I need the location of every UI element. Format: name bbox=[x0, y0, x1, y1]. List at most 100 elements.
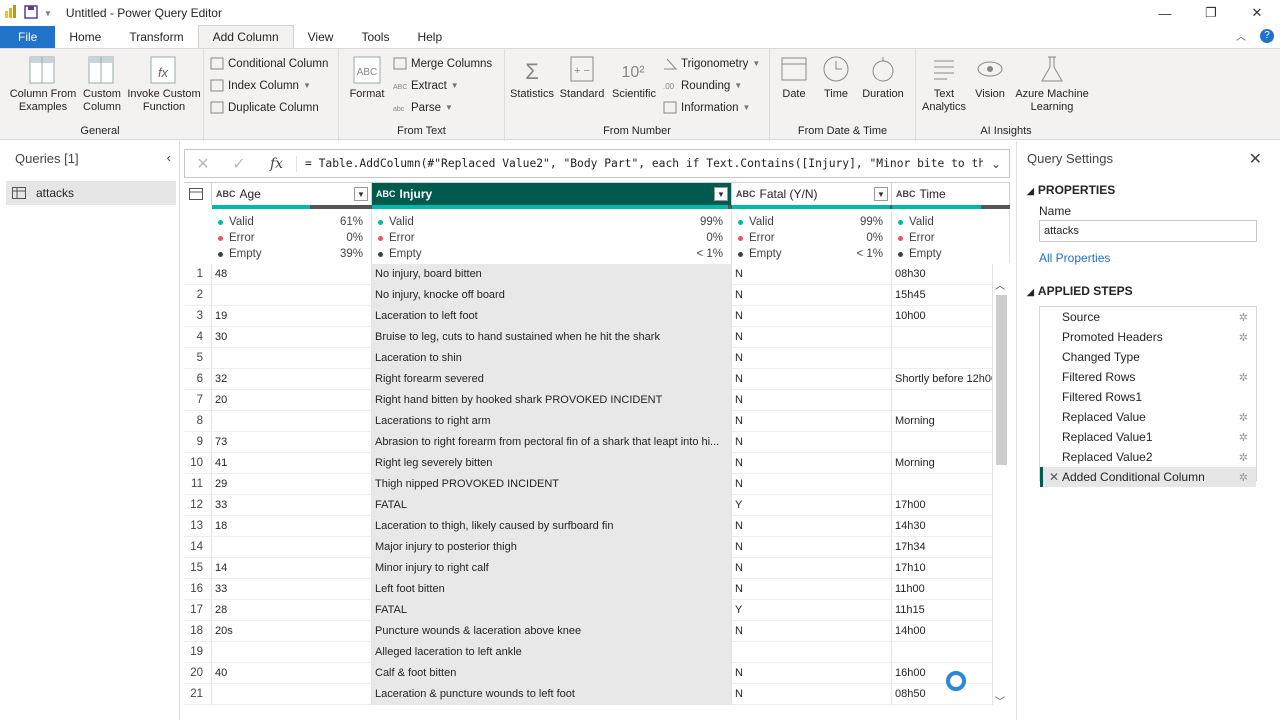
table-row[interactable]: 1 48 No injury, board bitten N 08h30 bbox=[184, 264, 993, 285]
vision-button[interactable]: Vision bbox=[970, 53, 1010, 101]
row-index[interactable]: 11 bbox=[184, 474, 212, 495]
cell-fatal[interactable]: N bbox=[732, 348, 892, 369]
index-column-button[interactable]: Index Column ▼ bbox=[210, 79, 311, 92]
row-index[interactable]: 13 bbox=[184, 516, 212, 537]
minimize-icon[interactable]: — bbox=[1142, 0, 1188, 26]
gear-icon[interactable]: ✲ bbox=[1239, 411, 1248, 424]
table-row[interactable]: 21 Laceration & puncture wounds to left f… bbox=[184, 684, 993, 705]
table-row[interactable]: 20 40 Calf & foot bitten N 16h00 bbox=[184, 663, 993, 684]
cell-injury[interactable]: Laceration & puncture wounds to left foo… bbox=[372, 684, 732, 705]
cell-age[interactable]: 32 bbox=[212, 369, 372, 390]
cell-time[interactable]: 08h50 bbox=[892, 684, 993, 705]
applied-step[interactable]: Replaced Value2 ✲ bbox=[1040, 447, 1256, 467]
row-index[interactable]: 18 bbox=[184, 621, 212, 642]
cell-time[interactable]: Morning bbox=[892, 411, 993, 432]
row-index[interactable]: 10 bbox=[184, 453, 212, 474]
cell-age[interactable]: 19 bbox=[212, 306, 372, 327]
cell-injury[interactable]: Calf & foot bitten bbox=[372, 663, 732, 684]
cell-time[interactable]: Morning bbox=[892, 453, 993, 474]
cell-time[interactable]: 10h00 bbox=[892, 306, 993, 327]
cell-fatal[interactable]: Y bbox=[732, 495, 892, 516]
applied-step[interactable]: Source ✲ bbox=[1040, 307, 1256, 327]
gear-icon[interactable]: ✲ bbox=[1239, 371, 1248, 384]
cell-injury[interactable]: No injury, board bitten bbox=[372, 264, 732, 285]
duplicate-column-button[interactable]: Duplicate Column bbox=[210, 101, 319, 114]
row-index[interactable]: 16 bbox=[184, 579, 212, 600]
column-from-examples-button[interactable]: Column From Examples bbox=[6, 53, 80, 114]
table-row[interactable]: 2 No injury, knocke off board N 15h45 bbox=[184, 285, 993, 306]
table-row[interactable]: 6 32 Right forearm severed N Shortly before … bbox=[184, 369, 993, 390]
cell-injury[interactable]: Laceration to thigh, likely caused by su… bbox=[372, 516, 732, 537]
cell-time[interactable]: 17h10 bbox=[892, 558, 993, 579]
cell-fatal[interactable]: N bbox=[732, 684, 892, 705]
properties-section[interactable]: ◢ PROPERTIES bbox=[1027, 183, 1115, 197]
trigonometry-button[interactable]: Trigonometry ▼ bbox=[663, 57, 760, 70]
gear-icon[interactable]: ✲ bbox=[1239, 471, 1248, 484]
cell-age[interactable]: 33 bbox=[212, 579, 372, 600]
duration-button[interactable]: Duration bbox=[858, 53, 908, 101]
format-button[interactable]: ABC Format bbox=[345, 53, 389, 101]
cell-time[interactable]: 11h15 bbox=[892, 600, 993, 621]
cell-age[interactable]: 33 bbox=[212, 495, 372, 516]
cell-age[interactable]: 28 bbox=[212, 600, 372, 621]
table-row[interactable]: 14 Major injury to posterior thigh N 17h34 bbox=[184, 537, 993, 558]
row-index[interactable]: 12 bbox=[184, 495, 212, 516]
table-row[interactable]: 9 73 Abrasion to right forearm from pector… bbox=[184, 432, 993, 453]
table-row[interactable]: 10 41 Right leg severely bitten N Morning bbox=[184, 453, 993, 474]
scientific-button[interactable]: 10² Scientific bbox=[607, 53, 661, 101]
cell-time[interactable] bbox=[892, 327, 993, 348]
cell-time[interactable] bbox=[892, 390, 993, 411]
cell-age[interactable]: 30 bbox=[212, 327, 372, 348]
table-row[interactable]: 4 30 Bruise to leg, cuts to hand sustained… bbox=[184, 327, 993, 348]
cell-age[interactable] bbox=[212, 411, 372, 432]
cell-fatal[interactable]: N bbox=[732, 369, 892, 390]
row-index[interactable]: 15 bbox=[184, 558, 212, 579]
quick-access-dropdown-icon[interactable]: ▼ bbox=[44, 9, 52, 18]
custom-column-button[interactable]: Custom Column bbox=[80, 53, 124, 114]
cell-fatal[interactable]: N bbox=[732, 390, 892, 411]
table-row[interactable]: 18 20s Puncture wounds & laceration above … bbox=[184, 621, 993, 642]
tab-home[interactable]: Home bbox=[55, 26, 115, 48]
cell-age[interactable]: 29 bbox=[212, 474, 372, 495]
cell-injury[interactable]: Left foot bitten bbox=[372, 579, 732, 600]
close-window-icon[interactable]: ✕ bbox=[1234, 0, 1280, 26]
table-row[interactable]: 7 20 Right hand bitten by hooked shark PRO… bbox=[184, 390, 993, 411]
cell-injury[interactable]: FATAL bbox=[372, 495, 732, 516]
information-button[interactable]: Information ▼ bbox=[663, 101, 750, 114]
scroll-down-icon[interactable]: ﹀ bbox=[995, 693, 1005, 708]
cell-age[interactable] bbox=[212, 642, 372, 663]
close-pane-icon[interactable]: ✕ bbox=[1249, 149, 1262, 169]
cell-age[interactable] bbox=[212, 537, 372, 558]
cell-fatal[interactable]: N bbox=[732, 537, 892, 558]
table-row[interactable]: 19 Alleged laceration to left ankle bbox=[184, 642, 993, 663]
collapse-queries-icon[interactable]: ‹ bbox=[167, 150, 171, 165]
cell-injury[interactable]: Thigh nipped PROVOKED INCIDENT bbox=[372, 474, 732, 495]
rounding-button[interactable]: .00 Rounding ▼ bbox=[663, 79, 742, 92]
cell-injury[interactable]: Abrasion to right forearm from pectoral … bbox=[372, 432, 732, 453]
row-index[interactable]: 4 bbox=[184, 327, 212, 348]
delete-step-icon[interactable]: ✕ bbox=[1049, 470, 1059, 484]
all-properties-link[interactable]: All Properties bbox=[1039, 251, 1110, 265]
parse-button[interactable]: abc Parse ▼ bbox=[393, 101, 453, 114]
cell-age[interactable]: 40 bbox=[212, 663, 372, 684]
standard-button[interactable]: + − Standard bbox=[557, 53, 607, 101]
applied-step[interactable]: Filtered Rows ✲ bbox=[1040, 367, 1256, 387]
cell-age[interactable]: 20s bbox=[212, 621, 372, 642]
cell-fatal[interactable]: N bbox=[732, 474, 892, 495]
cell-fatal[interactable]: N bbox=[732, 432, 892, 453]
tab-view[interactable]: View bbox=[294, 26, 348, 48]
applied-step[interactable]: ✕ Added Conditional Column ✲ bbox=[1040, 467, 1256, 487]
cell-injury[interactable]: Puncture wounds & laceration above knee bbox=[372, 621, 732, 642]
cell-fatal[interactable]: N bbox=[732, 663, 892, 684]
invoke-custom-function-button[interactable]: fx Invoke Custom Function bbox=[124, 53, 204, 114]
gear-icon[interactable]: ✲ bbox=[1239, 431, 1248, 444]
cell-fatal[interactable]: N bbox=[732, 621, 892, 642]
gear-icon[interactable]: ✲ bbox=[1239, 451, 1248, 464]
row-index[interactable]: 20 bbox=[184, 663, 212, 684]
scroll-up-icon[interactable]: ︿ bbox=[995, 277, 1005, 292]
filter-dropdown-icon[interactable]: ▼ bbox=[874, 187, 888, 201]
merge-columns-button[interactable]: Merge Columns bbox=[393, 57, 492, 70]
cell-fatal[interactable]: N bbox=[732, 579, 892, 600]
cell-time[interactable]: 17h34 bbox=[892, 537, 993, 558]
cell-age[interactable]: 18 bbox=[212, 516, 372, 537]
